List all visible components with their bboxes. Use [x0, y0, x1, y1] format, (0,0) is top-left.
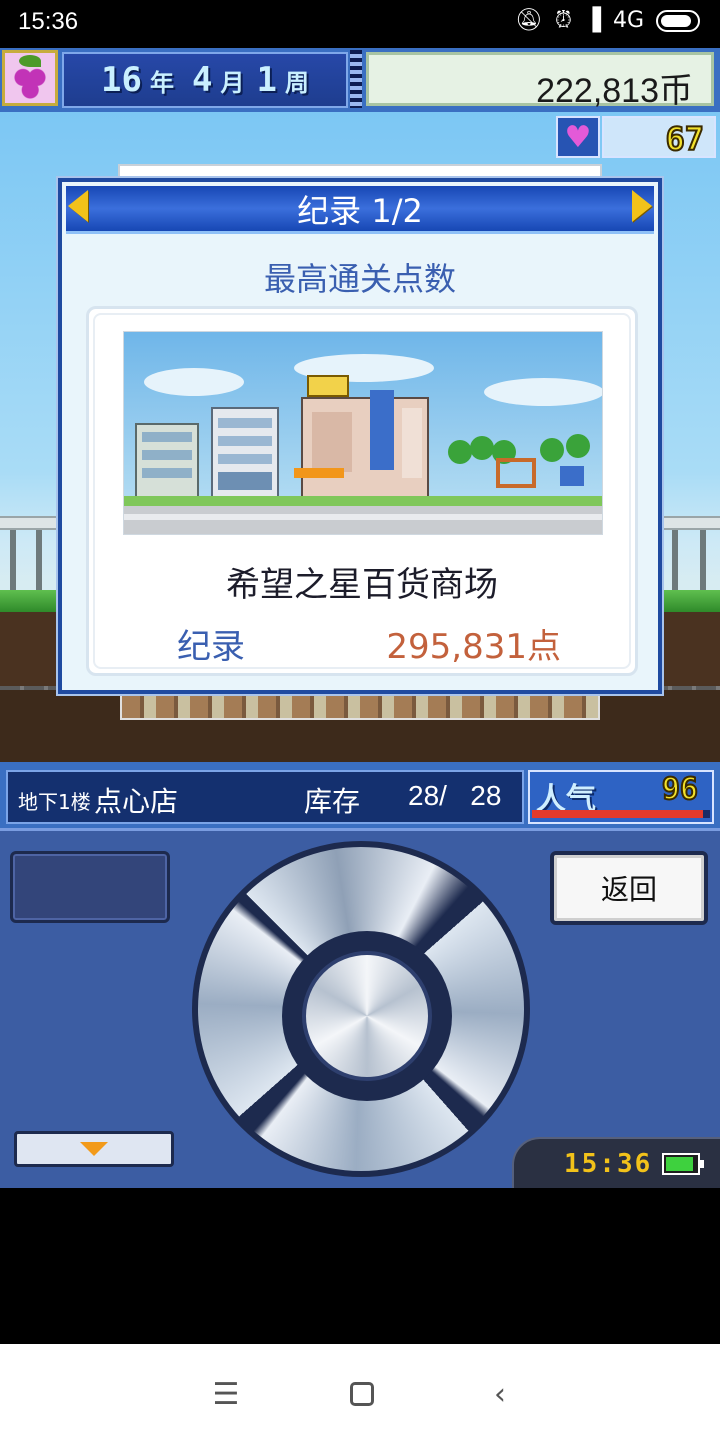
shop-info-panel: 地下1楼 点心店 库存 28/ 28 — [6, 770, 524, 824]
dialog-title: 纪录 1/2 — [297, 191, 423, 230]
arrow-down-icon — [80, 1142, 108, 1156]
stock-value: 28/ 28 — [408, 780, 502, 811]
battery-icon — [656, 9, 700, 32]
controller-panel: 返回 15:36 — [0, 828, 720, 1193]
record-value: 295,831点 — [386, 627, 561, 667]
alarm-icon: ⏰︎ — [554, 8, 573, 33]
record-dialog: 纪录 1/2 最高通关点数 希望之星百货商场 纪录 295,831点 — [56, 176, 664, 696]
battery-fill — [666, 1157, 693, 1171]
popularity-bar — [532, 810, 710, 818]
back-arrow-icon[interactable]: ‹ — [480, 1374, 520, 1414]
nav-bar: ☰ ‹ — [0, 1344, 720, 1440]
week-number: 1 — [256, 60, 277, 100]
underground-shops — [120, 692, 600, 720]
dialog-header: 纪录 1/2 — [66, 186, 654, 234]
battery-icon — [662, 1153, 704, 1175]
road-pillar — [36, 530, 42, 590]
mute-icon: 🔕︎ — [514, 8, 543, 33]
status-time: 15:36 — [18, 8, 79, 35]
clock-panel: 15:36 — [512, 1137, 720, 1193]
grape-icon — [11, 63, 51, 99]
money-amount: 222,813币 — [536, 72, 693, 110]
ruler-divider — [350, 50, 362, 108]
black-area — [0, 1188, 720, 1344]
heart-value-panel: 67 — [602, 116, 716, 159]
date-panel: 16 年 4 月 1 周 — [62, 52, 348, 108]
month-number: 4 — [191, 60, 213, 100]
money-panel: 222,813币 — [364, 50, 716, 110]
grape-avatar-icon[interactable] — [2, 50, 58, 106]
floor-label: 地下1楼 — [18, 790, 91, 814]
record-label: 纪录 — [177, 627, 245, 667]
popularity-bar-fill — [532, 810, 703, 818]
home-button[interactable] — [342, 1374, 382, 1414]
menu-icon[interactable]: ☰ — [206, 1374, 246, 1414]
arrow-right-icon — [632, 190, 652, 222]
popularity-value: 96 — [661, 771, 699, 808]
back-button[interactable]: 返回 — [550, 851, 708, 925]
store-name: 希望之星百货商场 — [226, 565, 498, 605]
network-4g-icon: 4G — [612, 8, 644, 33]
prev-page-button[interactable] — [64, 188, 92, 224]
dpad-center-button[interactable] — [302, 951, 432, 1081]
month-unit: 月 — [220, 68, 245, 97]
heart-value: 67 — [664, 119, 705, 159]
scroll-down-button[interactable] — [14, 1131, 174, 1167]
road-pillar — [10, 530, 16, 590]
dpad-ring[interactable] — [198, 847, 524, 1171]
year-unit: 年 — [149, 68, 174, 97]
status-icons: 🔕︎ ⏰︎ ▐ 4G — [515, 8, 700, 33]
shop-name: 点心店 — [94, 785, 179, 818]
game-clock: 15:36 — [564, 1149, 653, 1179]
next-page-button[interactable] — [628, 188, 656, 224]
road-pillar — [700, 530, 706, 590]
game-top-bar: 16 年 4 月 1 周 222,813币 — [0, 48, 720, 112]
department-store-image — [123, 331, 603, 535]
road-pillar — [672, 530, 678, 590]
dpad-center-well — [282, 931, 452, 1101]
signal-icon: ▐ — [584, 8, 601, 33]
status-bar: 15:36 🔕︎ ⏰︎ ▐ 4G — [0, 0, 720, 48]
menu-button[interactable] — [10, 851, 170, 923]
year-number: 16 — [101, 60, 142, 100]
home-icon — [350, 1382, 374, 1406]
week-unit: 周 — [284, 68, 309, 97]
heart-icon: ♥ — [556, 116, 600, 158]
arrow-left-icon — [68, 190, 88, 222]
dialog-subtitle: 最高通关点数 — [263, 260, 456, 298]
record-card: 希望之星百货商场 纪录 295,831点 — [86, 306, 638, 676]
shop-info-bar: 地下1楼 点心店 库存 28/ 28 人气 96 — [0, 762, 720, 828]
stock-label: 库存 — [304, 785, 361, 818]
popularity-panel: 人气 96 — [528, 770, 714, 824]
department-store-illustration — [124, 332, 602, 534]
dpad[interactable] — [192, 841, 530, 1177]
